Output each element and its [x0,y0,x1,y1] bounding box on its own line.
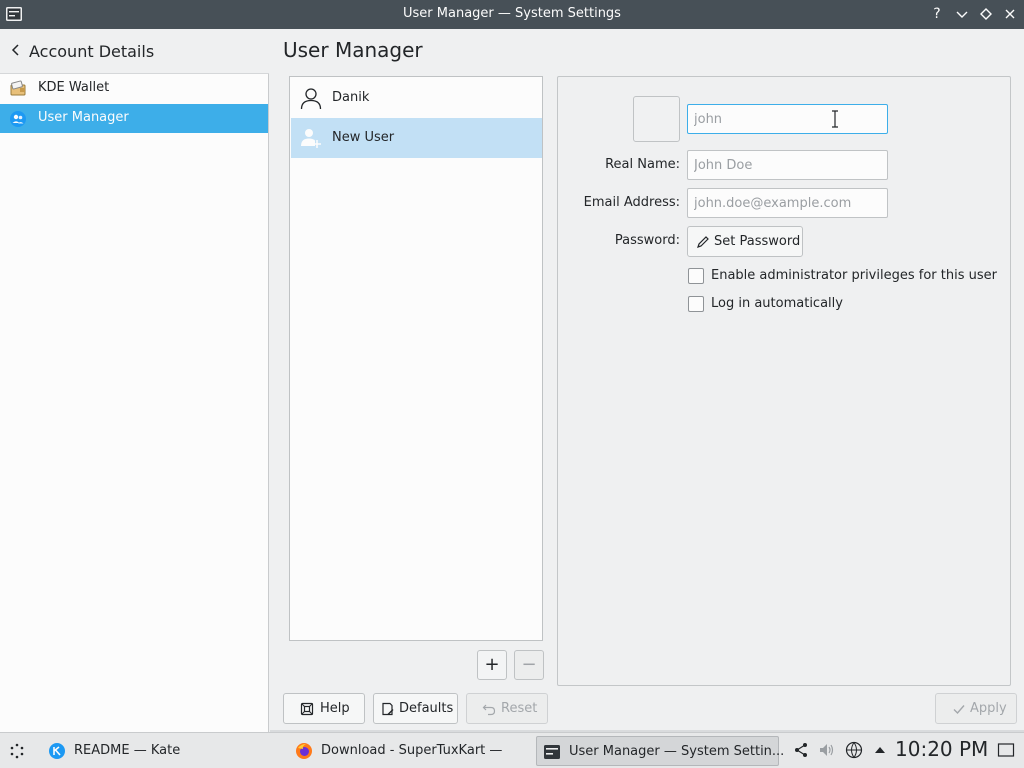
checkbox-box[interactable] [688,268,704,284]
remove-user-button[interactable]: − [514,650,544,680]
apply-button[interactable]: Apply [935,693,1017,724]
reset-button[interactable]: Reset [466,693,548,724]
window-titlebar[interactable]: User Manager — System Settings ? [0,0,1024,29]
tray-expand-icon[interactable] [871,741,889,759]
kate-icon [49,743,65,759]
pencil-icon [697,236,709,248]
close-icon[interactable] [1001,5,1019,23]
add-user-button[interactable]: + [477,650,507,680]
help-button[interactable]: Help [283,693,365,724]
task-kate[interactable]: README — Kate [42,736,282,766]
checkmark-icon [953,705,965,715]
page-title: User Manager [283,38,423,62]
back-button[interactable]: Account Details [0,29,269,74]
password-label: Password: [614,233,680,248]
sidebar-item-label: User Manager [38,110,129,125]
auto-login-checkbox[interactable]: Log in automatically [688,296,848,314]
real-name-input[interactable] [688,151,887,179]
email-label: Email Address: [583,195,680,210]
network-share-icon[interactable] [792,741,810,759]
user-name: Danik [332,90,370,105]
set-password-button[interactable]: Set Password [687,226,803,257]
maximize-icon[interactable] [977,5,995,23]
user-list-item-new-user[interactable]: New User [291,118,542,158]
new-user-icon [301,129,321,148]
sidebar: Account Details KDE Wallet User Manager [0,29,269,732]
sidebar-item-kde-wallet[interactable]: KDE Wallet [0,74,268,103]
real-name-label: Real Name: [605,157,680,172]
username-input[interactable] [688,105,887,133]
admin-privileges-checkbox[interactable]: Enable administrator privileges for this… [688,268,997,286]
avatar-button[interactable] [633,96,680,142]
apply-button-label: Apply [970,701,1007,716]
defaults-button-label: Defaults [399,701,454,716]
user-icon [300,88,322,110]
window-title: User Manager — System Settings [403,6,621,21]
defaults-icon [382,702,394,716]
checkbox-label: Enable administrator privileges for this… [711,268,997,283]
checkbox-box[interactable] [688,296,704,312]
username-field[interactable] [687,104,888,134]
sidebar-item-user-manager[interactable]: User Manager [0,104,268,133]
email-field[interactable] [687,188,888,218]
reset-button-label: Reset [501,701,538,716]
set-password-label: Set Password [714,234,801,249]
user-name: New User [332,130,395,145]
user-list-item-danik[interactable]: Danik [291,78,542,118]
undo-icon [482,704,496,716]
checkbox-label: Log in automatically [711,296,843,311]
system-settings-icon [544,745,560,759]
text-cursor-icon [832,110,838,128]
help-icon[interactable]: ? [928,5,946,23]
real-name-field[interactable] [687,150,888,180]
app-launcher-icon[interactable] [8,742,26,760]
firefox-icon [296,743,312,759]
task-label: Download - SuperTuxKart — [321,743,503,758]
show-desktop-icon[interactable] [997,741,1015,759]
task-label: User Manager — System Settin... [569,744,785,759]
defaults-button[interactable]: Defaults [373,693,458,724]
help-lifebuoy-icon [300,702,314,716]
minimize-icon[interactable] [953,5,971,23]
task-firefox[interactable]: Download - SuperTuxKart — [289,736,529,766]
user-manager-icon [10,111,26,127]
sidebar-back-title: Account Details [29,42,155,61]
network-icon[interactable] [845,741,863,759]
wallet-icon [10,80,26,96]
chevron-left-icon [11,44,19,56]
help-button-label: Help [320,701,350,716]
email-input[interactable] [688,189,887,217]
task-system-settings[interactable]: User Manager — System Settin... [536,736,784,766]
volume-icon[interactable] [818,741,836,759]
task-label: README — Kate [74,743,181,758]
sidebar-item-label: KDE Wallet [38,80,110,95]
user-list[interactable]: Danik New User [289,76,543,641]
clock[interactable]: 10:20 PM [895,737,988,761]
